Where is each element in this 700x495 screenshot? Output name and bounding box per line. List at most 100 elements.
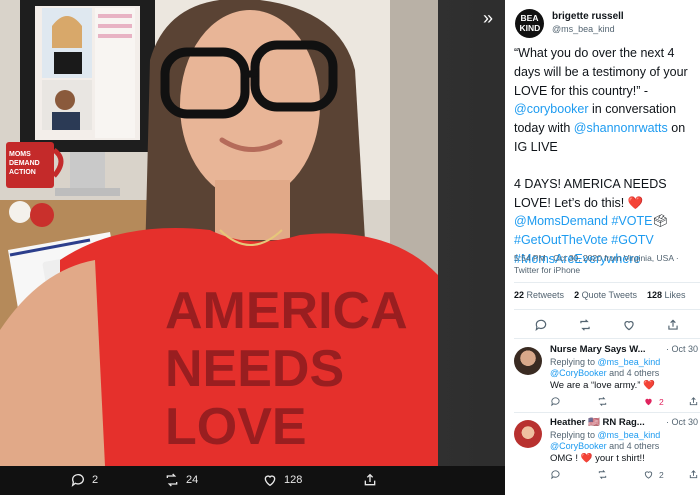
viewer-like-count: 128 (284, 474, 303, 486)
reply-mention-corybooker[interactable]: @CoryBooker (550, 441, 607, 451)
heart-emoji: ❤️ (580, 453, 593, 464)
reply-text-main: We are a “love army.” (550, 380, 641, 391)
viewer-retweet-count: 24 (186, 474, 199, 486)
retweet-icon (598, 397, 607, 406)
viewer-reply-button[interactable]: 2 (70, 472, 98, 488)
reply-share-button[interactable] (688, 396, 699, 407)
reply-author-name[interactable]: Heather 🇺🇸 RN Rag... (550, 417, 645, 428)
mention-corybooker[interactable]: @corybooker (514, 102, 589, 116)
retweets-count: 22 (514, 290, 525, 300)
shirt-text-line1: AMERICA (165, 282, 408, 340)
divider (514, 338, 700, 339)
divider (514, 412, 700, 413)
author-avatar[interactable]: BEA KIND (515, 9, 544, 38)
reply-time[interactable]: · Oct 30 (666, 417, 698, 427)
quotes-count: 2 (574, 290, 580, 300)
heart-icon (624, 321, 634, 331)
likes-stat[interactable]: 128 Likes (647, 290, 686, 300)
hashtag-getoutthevote[interactable]: #GetOutTheVote (514, 233, 608, 247)
reply-and-others: and 4 others (606, 441, 660, 451)
reply-replying-to: Replying to @ms_bea_kind @CoryBooker and… (550, 357, 700, 379)
reply-mention-ms-bea-kind[interactable]: @ms_bea_kind (598, 430, 661, 440)
tweet-timestamp[interactable]: 5:54 PM · Oct 30, 2020 from Virginia, US… (514, 252, 696, 276)
mention-shannonrwatts[interactable]: @shannonrwatts (574, 121, 668, 135)
tweet-text: “What you do over the next 4 days will b… (514, 44, 696, 269)
reply-icon (551, 397, 560, 407)
tweet-text-4-days: 4 DAYS! AMERICA NEEDS LOVE! Let’s do thi… (514, 176, 667, 210)
reply-reply-button[interactable] (550, 396, 561, 407)
share-icon (689, 470, 698, 479)
quotes-label: Quote Tweets (581, 290, 637, 300)
viewer-retweet-button[interactable]: 24 (164, 472, 198, 488)
svg-text:ACTION: ACTION (9, 169, 36, 176)
tweet-stats: 22 Retweets 2 Quote Tweets 128 Likes (514, 290, 696, 300)
replying-label: Replying to (550, 430, 596, 440)
tweet-photo[interactable]: MOMS DEMAND ACTION AMERICA NEEDS LOVE (0, 0, 438, 466)
share-icon (668, 319, 678, 330)
viewer-reply-count: 2 (92, 474, 99, 486)
reply-like-count: 2 (659, 396, 664, 407)
tweet-quote: “What you do over the next 4 days will b… (514, 46, 688, 98)
reply-share-button[interactable] (688, 469, 699, 480)
share-button[interactable] (666, 318, 680, 332)
like-button[interactable] (622, 318, 636, 332)
reply-text: OMG ! ❤️ your t shirt!! (550, 453, 645, 464)
retweet-icon (598, 470, 607, 479)
divider (514, 282, 700, 283)
reply-like-button[interactable]: 2 (643, 469, 664, 480)
retweets-stat[interactable]: 22 Retweets (514, 290, 564, 300)
share-icon (689, 397, 698, 406)
replying-label: Replying to (550, 357, 596, 367)
collapse-panel-button[interactable]: » (478, 8, 498, 28)
avatar-text: BEA KIND (519, 13, 541, 33)
media-viewer: MOMS DEMAND ACTION AMERICA NEEDS LOVE » … (0, 0, 505, 495)
reply-icon (535, 319, 547, 332)
likes-count: 128 (647, 290, 663, 300)
divider (514, 309, 700, 310)
share-icon (364, 473, 376, 486)
reply-text-omg: OMG ! (550, 453, 578, 464)
reply-avatar[interactable] (514, 347, 542, 375)
reply-item[interactable]: Heather 🇺🇸 RN Rag... · Oct 30 Replying t… (514, 417, 700, 487)
shirt-text-line2: NEEDS (165, 340, 344, 398)
reply-action-bar: 2 (550, 469, 700, 481)
retweet-icon (166, 473, 178, 487)
reply-action-bar: 2 (550, 396, 700, 408)
reply-retweet-button[interactable] (597, 396, 608, 407)
reply-item[interactable]: Nurse Mary Says W... · Oct 30 Replying t… (514, 344, 700, 410)
author-handle[interactable]: @ms_bea_kind (552, 24, 615, 34)
hashtag-vote[interactable]: #VOTE (611, 214, 652, 228)
reply-button[interactable] (534, 318, 548, 332)
reply-icon (551, 470, 560, 480)
retweet-icon (580, 319, 590, 331)
retweet-button[interactable] (578, 318, 592, 332)
viewer-action-bar: 2 24 128 (0, 466, 505, 495)
reply-text: We are a “love army.” ❤️ (550, 380, 655, 391)
svg-text:MOMS: MOMS (9, 151, 31, 158)
heart-icon (644, 471, 653, 479)
reply-like-button[interactable]: 2 (643, 396, 664, 407)
reply-author-name[interactable]: Nurse Mary Says W... (550, 344, 646, 355)
reply-time[interactable]: · Oct 30 (666, 344, 698, 354)
mention-momsdemand[interactable]: @MomsDemand (514, 214, 608, 228)
reply-mention-corybooker[interactable]: @CoryBooker (550, 368, 607, 378)
reply-reply-button[interactable] (550, 469, 561, 480)
ballot-emoji: 🗳 (652, 214, 669, 229)
reply-text-shirt: your t shirt!! (592, 453, 645, 464)
tweet-action-bar (514, 318, 694, 334)
heart-filled-icon (645, 398, 652, 406)
tweet-panel: BEA KIND brigette russell @ms_bea_kind “… (505, 0, 700, 495)
reply-retweet-button[interactable] (597, 469, 608, 480)
hashtag-gotv[interactable]: #GOTV (611, 233, 653, 247)
reply-mention-ms-bea-kind[interactable]: @ms_bea_kind (598, 357, 661, 367)
likes-label: Likes (664, 290, 686, 300)
viewer-like-button[interactable]: 128 (262, 472, 302, 488)
photo-illustration: MOMS DEMAND ACTION AMERICA NEEDS LOVE (0, 0, 438, 466)
heart-emoji: ❤️ (627, 195, 644, 210)
quotes-stat[interactable]: 2 Quote Tweets (574, 290, 637, 300)
reply-like-count: 2 (659, 469, 664, 480)
viewer-share-button[interactable] (362, 472, 378, 488)
author-name[interactable]: brigette russell (552, 11, 624, 22)
reply-avatar[interactable] (514, 420, 542, 448)
reply-icon (71, 474, 84, 487)
